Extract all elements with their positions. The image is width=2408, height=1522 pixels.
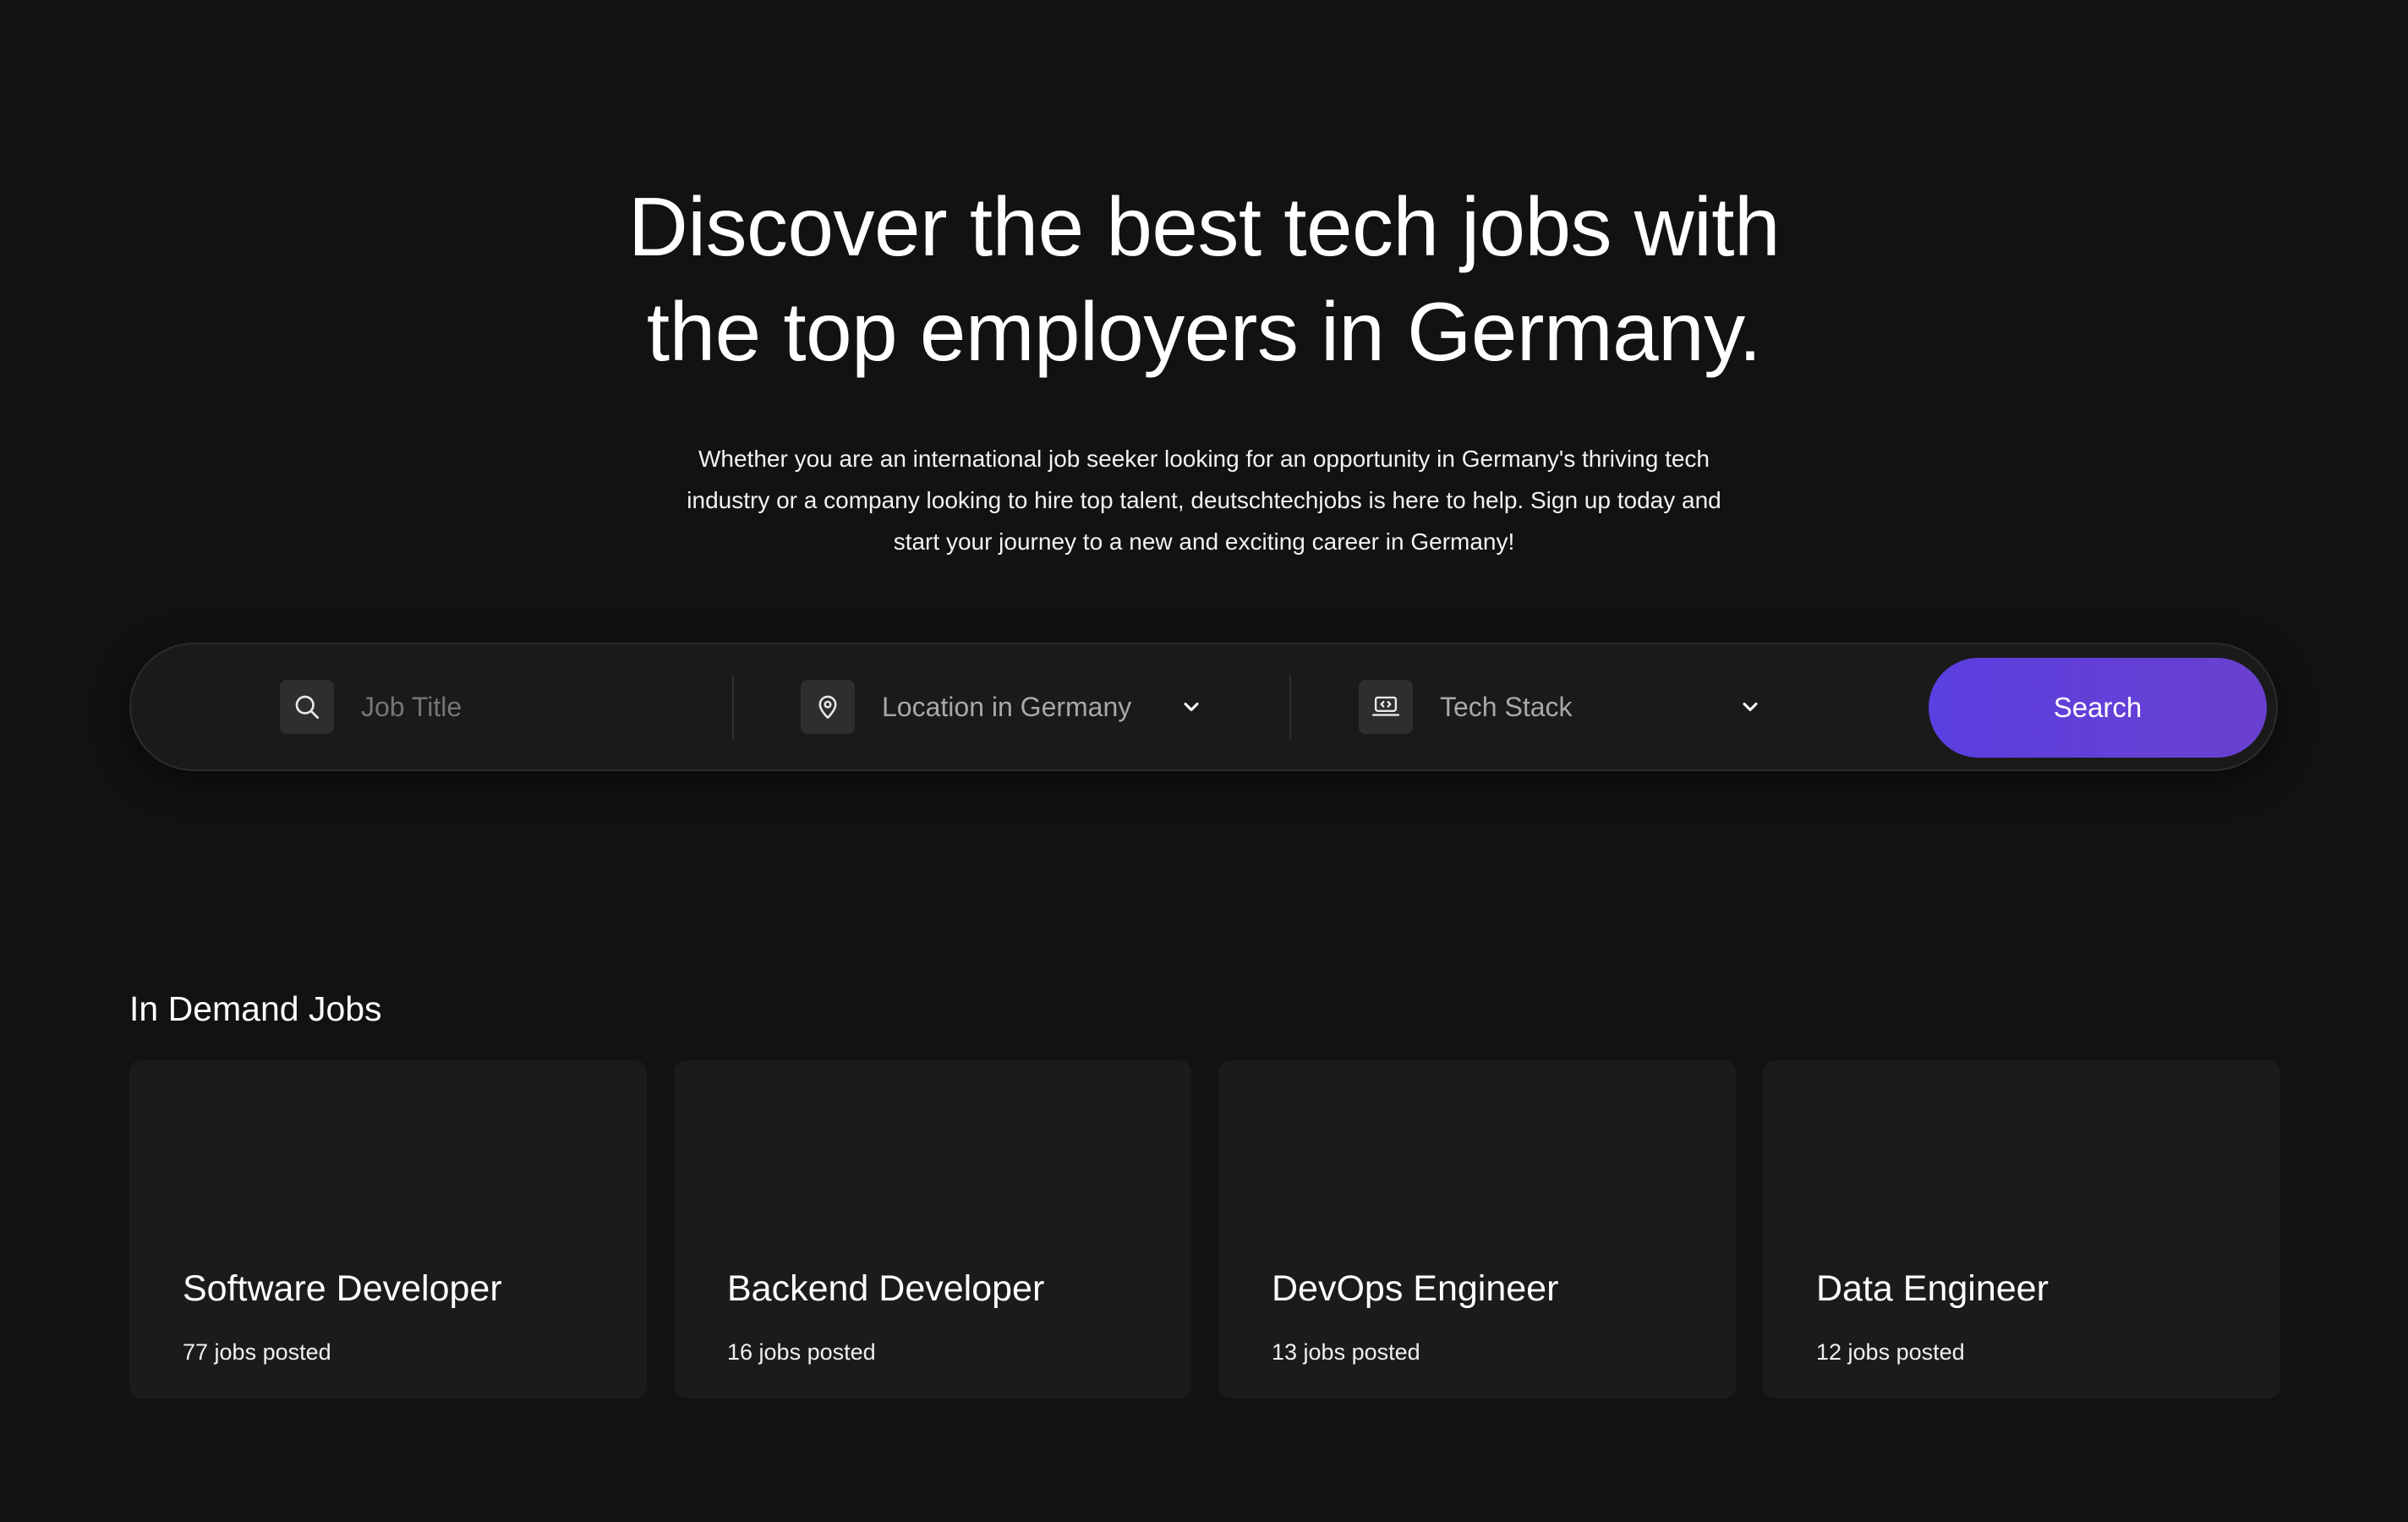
job-card-software-developer[interactable]: Software Developer 77 jobs posted bbox=[129, 1060, 647, 1399]
hero-title-line-2: the top employers in Germany. bbox=[646, 285, 1762, 378]
hero-title-line-1: Discover the best tech jobs with bbox=[627, 180, 1781, 273]
job-card-backend-developer[interactable]: Backend Developer 16 jobs posted bbox=[674, 1060, 1191, 1399]
field-divider bbox=[732, 675, 734, 739]
tech-stack-label: Tech Stack bbox=[1440, 691, 1573, 722]
job-card-title: Software Developer bbox=[183, 1268, 502, 1309]
location-label: Location in Germany bbox=[882, 691, 1132, 722]
hero-subtitle-line-3: start your journey to a new and exciting… bbox=[893, 528, 1515, 555]
job-card-count: 12 jobs posted bbox=[1816, 1339, 1965, 1365]
hero-subtitle-line-2: industry or a company looking to hire to… bbox=[687, 487, 1721, 513]
chevron-down-icon[interactable] bbox=[1176, 692, 1207, 722]
job-card-title: Data Engineer bbox=[1816, 1268, 2049, 1309]
job-card-count: 13 jobs posted bbox=[1272, 1339, 1420, 1365]
map-pin-icon bbox=[801, 680, 855, 734]
laptop-code-icon bbox=[1359, 680, 1413, 734]
job-card-count: 16 jobs posted bbox=[727, 1339, 876, 1365]
job-card-count: 77 jobs posted bbox=[183, 1339, 331, 1365]
chevron-down-icon[interactable] bbox=[1735, 692, 1765, 722]
job-title-input[interactable] bbox=[361, 691, 699, 723]
in-demand-jobs-title: In Demand Jobs bbox=[129, 989, 382, 1028]
job-title-field[interactable] bbox=[280, 644, 720, 769]
in-demand-jobs-list: Software Developer 77 jobs posted Backen… bbox=[129, 1060, 2280, 1399]
hero-subtitle-line-1: Whether you are an international job see… bbox=[698, 446, 1710, 472]
search-icon bbox=[280, 680, 334, 734]
job-card-devops-engineer[interactable]: DevOps Engineer 13 jobs posted bbox=[1218, 1060, 1736, 1399]
search-button[interactable]: Search bbox=[1929, 658, 2267, 758]
search-bar: Location in Germany Tech Stack bbox=[129, 643, 2278, 771]
job-card-title: DevOps Engineer bbox=[1272, 1268, 1559, 1309]
job-card-data-engineer[interactable]: Data Engineer 12 jobs posted bbox=[1763, 1060, 2280, 1399]
job-card-title: Backend Developer bbox=[727, 1268, 1045, 1309]
hero-subtitle: Whether you are an international job see… bbox=[654, 438, 1754, 562]
field-divider bbox=[1289, 675, 1291, 739]
hero-title: Discover the best tech jobs with the top… bbox=[0, 174, 2408, 384]
page: Discover the best tech jobs with the top… bbox=[0, 0, 2408, 1522]
